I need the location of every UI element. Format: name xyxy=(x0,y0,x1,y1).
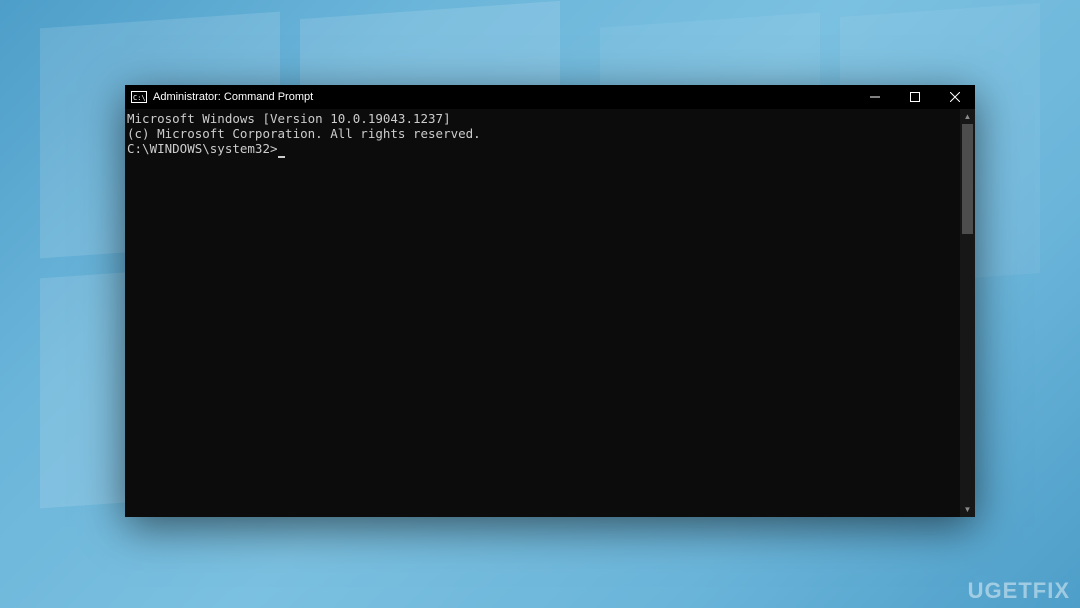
window-title: Administrator: Command Prompt xyxy=(153,91,313,103)
close-icon xyxy=(950,92,960,102)
terminal-line: (c) Microsoft Corporation. All rights re… xyxy=(127,126,960,141)
window-body: Microsoft Windows [Version 10.0.19043.12… xyxy=(125,109,975,517)
close-button[interactable] xyxy=(935,85,975,109)
terminal-output[interactable]: Microsoft Windows [Version 10.0.19043.12… xyxy=(125,109,960,517)
vertical-scrollbar[interactable]: ▲ ▼ xyxy=(960,109,975,517)
terminal-line: Microsoft Windows [Version 10.0.19043.12… xyxy=(127,111,960,126)
cmd-icon: C:\ xyxy=(131,90,147,104)
titlebar[interactable]: C:\ Administrator: Command Prompt xyxy=(125,85,975,109)
maximize-icon xyxy=(910,92,920,102)
scroll-down-arrow-icon[interactable]: ▼ xyxy=(960,502,975,517)
scroll-thumb[interactable] xyxy=(962,124,973,234)
minimize-button[interactable] xyxy=(855,85,895,109)
command-prompt-window: C:\ Administrator: Command Prompt Micros… xyxy=(125,85,975,517)
maximize-button[interactable] xyxy=(895,85,935,109)
window-controls xyxy=(855,85,975,109)
terminal-cursor xyxy=(278,156,285,158)
watermark-text: UGETFIX xyxy=(968,578,1070,604)
svg-text:C:\: C:\ xyxy=(133,94,146,102)
minimize-icon xyxy=(870,92,880,102)
terminal-prompt-line[interactable]: C:\WINDOWS\system32> xyxy=(127,141,960,156)
terminal-prompt: C:\WINDOWS\system32> xyxy=(127,141,278,156)
scroll-up-arrow-icon[interactable]: ▲ xyxy=(960,109,975,124)
scroll-track[interactable] xyxy=(960,124,975,502)
